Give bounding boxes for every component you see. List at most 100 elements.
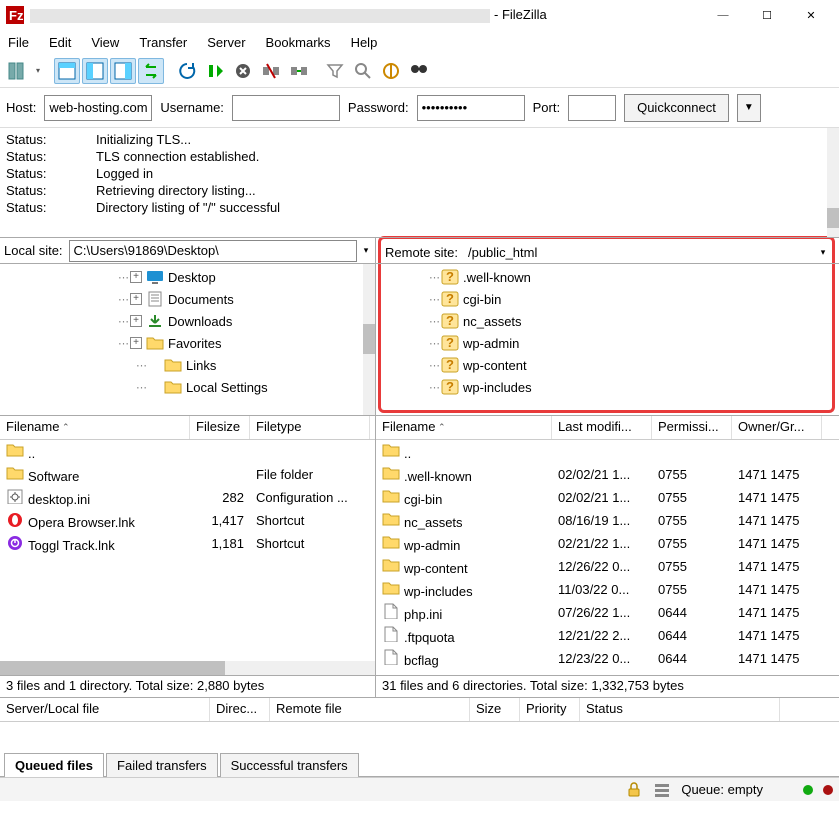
tree-item[interactable]: ⋯+Desktop [0, 266, 375, 288]
menu-edit[interactable]: Edit [47, 33, 73, 52]
local-site-dropdown[interactable]: ▾ [357, 245, 375, 256]
column-header[interactable]: Filesize [190, 416, 250, 439]
list-item[interactable]: desktop.ini282Configuration ... [0, 486, 375, 509]
folder-icon [164, 379, 182, 395]
site-manager-dropdown[interactable]: ▾ [32, 66, 44, 75]
local-file-list[interactable]: FilenameFilesizeFiletype ..SoftwareFile … [0, 416, 376, 675]
activity-led-recv-icon [823, 785, 833, 795]
tab-successful-transfers[interactable]: Successful transfers [220, 753, 359, 777]
column-header[interactable]: Owner/Gr... [732, 416, 822, 439]
tree-item[interactable]: ⋯+Favorites [0, 332, 375, 354]
port-input[interactable] [568, 95, 616, 121]
tree-item[interactable]: ⋯Local Settings [0, 376, 375, 398]
remote-file-list[interactable]: FilenameLast modifi...Permissi...Owner/G… [376, 416, 839, 675]
menu-transfer[interactable]: Transfer [137, 33, 189, 52]
remote-tree[interactable]: ⋯.well-known⋯cgi-bin⋯nc_assets⋯wp-admin⋯… [378, 264, 835, 413]
list-item[interactable]: wp-content12/26/22 0...07551471 1475 [376, 555, 839, 578]
column-header[interactable]: Permissi... [652, 416, 732, 439]
local-site-input[interactable] [69, 240, 357, 262]
find-icon[interactable] [406, 58, 432, 84]
reconnect-icon[interactable] [286, 58, 312, 84]
process-queue-icon[interactable] [202, 58, 228, 84]
cancel-icon[interactable] [230, 58, 256, 84]
toggle-local-tree-icon[interactable] [82, 58, 108, 84]
close-button[interactable]: ✕ [789, 0, 833, 30]
column-header[interactable]: Server/Local file [0, 698, 210, 721]
menu-help[interactable]: Help [349, 33, 380, 52]
refresh-icon[interactable] [174, 58, 200, 84]
tree-item[interactable]: ⋯.well-known [381, 266, 832, 288]
local-tree[interactable]: ⋯+Desktop⋯+Documents⋯+Downloads⋯+Favorit… [0, 264, 376, 415]
folder-icon [382, 557, 400, 573]
column-header[interactable]: Last modifi... [552, 416, 652, 439]
list-item[interactable]: Toggl Track.lnk1,181Shortcut [0, 532, 375, 555]
quickconnect-dropdown[interactable]: ▼ [737, 94, 761, 122]
list-item[interactable]: wp-includes11/03/22 0...07551471 1475 [376, 578, 839, 601]
list-item[interactable]: cgi-bin02/02/21 1...07551471 1475 [376, 486, 839, 509]
column-header[interactable]: Priority [520, 698, 580, 721]
tab-queued-files[interactable]: Queued files [4, 753, 104, 777]
password-label: Password: [348, 100, 409, 115]
log-scrollbar[interactable] [827, 208, 839, 228]
tree-item[interactable]: ⋯Links [0, 354, 375, 376]
remote-site-label: Remote site: [381, 245, 464, 260]
list-item[interactable]: .well-known02/02/21 1...07551471 1475 [376, 463, 839, 486]
local-tree-scrollbar[interactable] [363, 324, 375, 354]
column-header[interactable]: Size [470, 698, 520, 721]
expander-icon[interactable]: + [130, 271, 142, 283]
toggle-remote-tree-icon[interactable] [110, 58, 136, 84]
column-header[interactable]: Remote file [270, 698, 470, 721]
tree-item[interactable]: ⋯nc_assets [381, 310, 832, 332]
log-msg: Logged in [96, 166, 286, 183]
expander-icon[interactable]: + [130, 293, 142, 305]
column-header[interactable]: Filetype [250, 416, 370, 439]
tree-item[interactable]: ⋯cgi-bin [381, 288, 832, 310]
list-item[interactable]: .. [376, 440, 839, 463]
list-item[interactable]: Opera Browser.lnk1,417Shortcut [0, 509, 375, 532]
remote-site-dropdown[interactable]: ▾ [814, 247, 832, 258]
column-header[interactable]: Filename [376, 416, 552, 439]
column-header[interactable]: Direc... [210, 698, 270, 721]
list-item[interactable]: SoftwareFile folder [0, 463, 375, 486]
maximize-button[interactable]: ☐ [745, 0, 789, 30]
minimize-button[interactable]: — [701, 0, 745, 30]
folder-icon [6, 465, 24, 481]
tree-item[interactable]: ⋯wp-includes [381, 376, 832, 398]
lock-icon[interactable] [625, 781, 643, 799]
list-item[interactable]: .. [0, 440, 375, 463]
host-input[interactable] [44, 95, 152, 121]
password-input[interactable] [417, 95, 525, 121]
list-item[interactable]: .ftpquota12/21/22 2...06441471 1475 [376, 624, 839, 647]
tab-failed-transfers[interactable]: Failed transfers [106, 753, 218, 777]
list-item[interactable]: bcflag12/23/22 0...06441471 1475 [376, 647, 839, 670]
compare-icon[interactable] [378, 58, 404, 84]
menu-view[interactable]: View [89, 33, 121, 52]
list-item[interactable]: php.ini07/26/22 1...06441471 1475 [376, 601, 839, 624]
tree-item[interactable]: ⋯+Downloads [0, 310, 375, 332]
list-item[interactable]: wp-admin02/21/22 1...07551471 1475 [376, 532, 839, 555]
column-header[interactable]: Status [580, 698, 780, 721]
site-path-bar: Local site: ▾ Remote site: ▾ [0, 238, 839, 264]
search-icon[interactable] [350, 58, 376, 84]
menu-server[interactable]: Server [205, 33, 247, 52]
local-list-hscrollbar[interactable] [0, 661, 375, 675]
remote-site-input[interactable] [464, 241, 814, 263]
site-manager-icon[interactable] [4, 58, 30, 84]
menu-file[interactable]: File [6, 33, 31, 52]
disconnect-icon[interactable] [258, 58, 284, 84]
toggle-log-icon[interactable] [54, 58, 80, 84]
expander-icon[interactable]: + [130, 315, 142, 327]
quickconnect-button[interactable]: Quickconnect [624, 94, 729, 122]
tree-label: wp-admin [463, 336, 519, 351]
filter-icon[interactable] [322, 58, 348, 84]
menu-bookmarks[interactable]: Bookmarks [264, 33, 333, 52]
column-header[interactable]: Filename [0, 416, 190, 439]
tree-item[interactable]: ⋯wp-admin [381, 332, 832, 354]
tree-item[interactable]: ⋯+Documents [0, 288, 375, 310]
folder-icon [382, 511, 400, 527]
username-input[interactable] [232, 95, 340, 121]
sync-browsing-icon[interactable] [138, 58, 164, 84]
tree-item[interactable]: ⋯wp-content [381, 354, 832, 376]
list-item[interactable]: nc_assets08/16/19 1...07551471 1475 [376, 509, 839, 532]
expander-icon[interactable]: + [130, 337, 142, 349]
